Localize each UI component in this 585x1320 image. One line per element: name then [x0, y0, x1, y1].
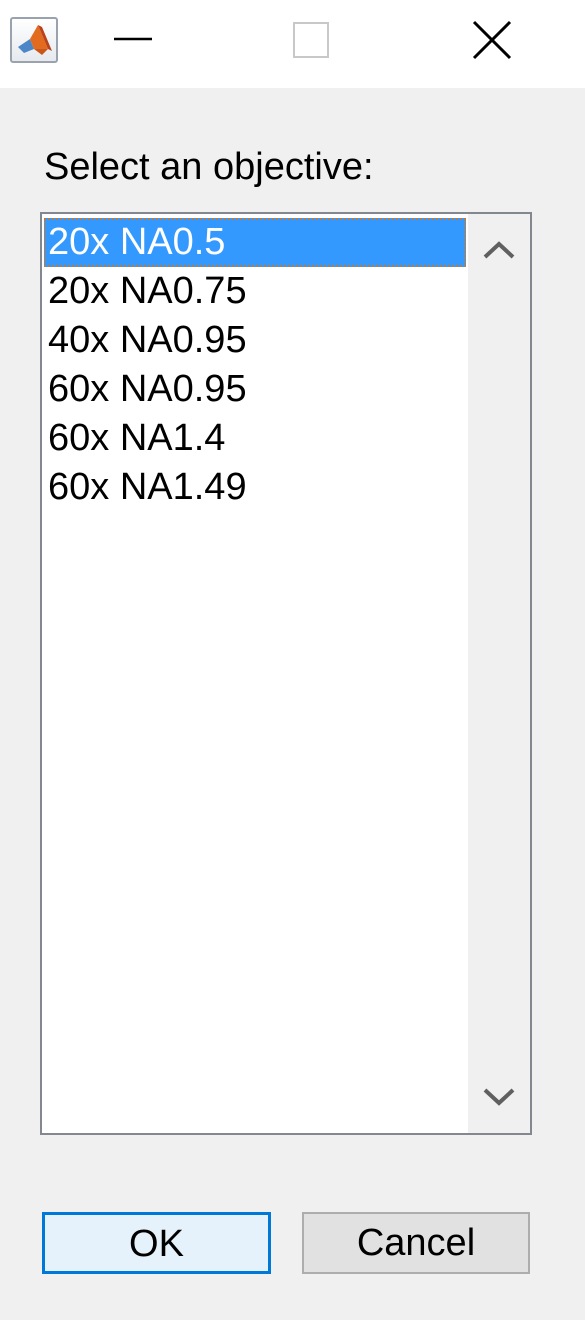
list-item[interactable]: 40x NA0.95	[44, 316, 466, 365]
matlab-logo-icon[interactable]	[10, 17, 58, 63]
title-bar[interactable]	[0, 0, 585, 88]
list-item[interactable]: 20x NA0.5	[44, 218, 466, 267]
maximize-icon	[293, 22, 329, 58]
close-icon	[472, 20, 512, 60]
prompt-label: Select an objective:	[44, 146, 374, 188]
list-item[interactable]: 60x NA1.49	[44, 463, 466, 512]
objective-listbox[interactable]: 20x NA0.5 20x NA0.75 40x NA0.95 60x NA0.…	[40, 212, 532, 1135]
list-item[interactable]: 20x NA0.75	[44, 267, 466, 316]
list-item[interactable]: 60x NA0.95	[44, 365, 466, 414]
maximize-button[interactable]	[276, 10, 346, 72]
scroll-down-button[interactable]	[468, 1065, 530, 1127]
minimize-button[interactable]	[98, 10, 168, 72]
chevron-down-icon	[483, 1088, 515, 1106]
close-button[interactable]	[458, 10, 528, 72]
cancel-button[interactable]: Cancel	[302, 1212, 530, 1274]
ok-button[interactable]: OK	[42, 1212, 271, 1274]
scroll-up-button[interactable]	[468, 220, 530, 282]
minimize-icon	[114, 37, 152, 41]
list-item[interactable]: 60x NA1.4	[44, 414, 466, 463]
chevron-up-icon	[483, 241, 515, 259]
vertical-scrollbar[interactable]	[468, 214, 530, 1133]
objective-list: 20x NA0.5 20x NA0.75 40x NA0.95 60x NA0.…	[44, 218, 466, 512]
